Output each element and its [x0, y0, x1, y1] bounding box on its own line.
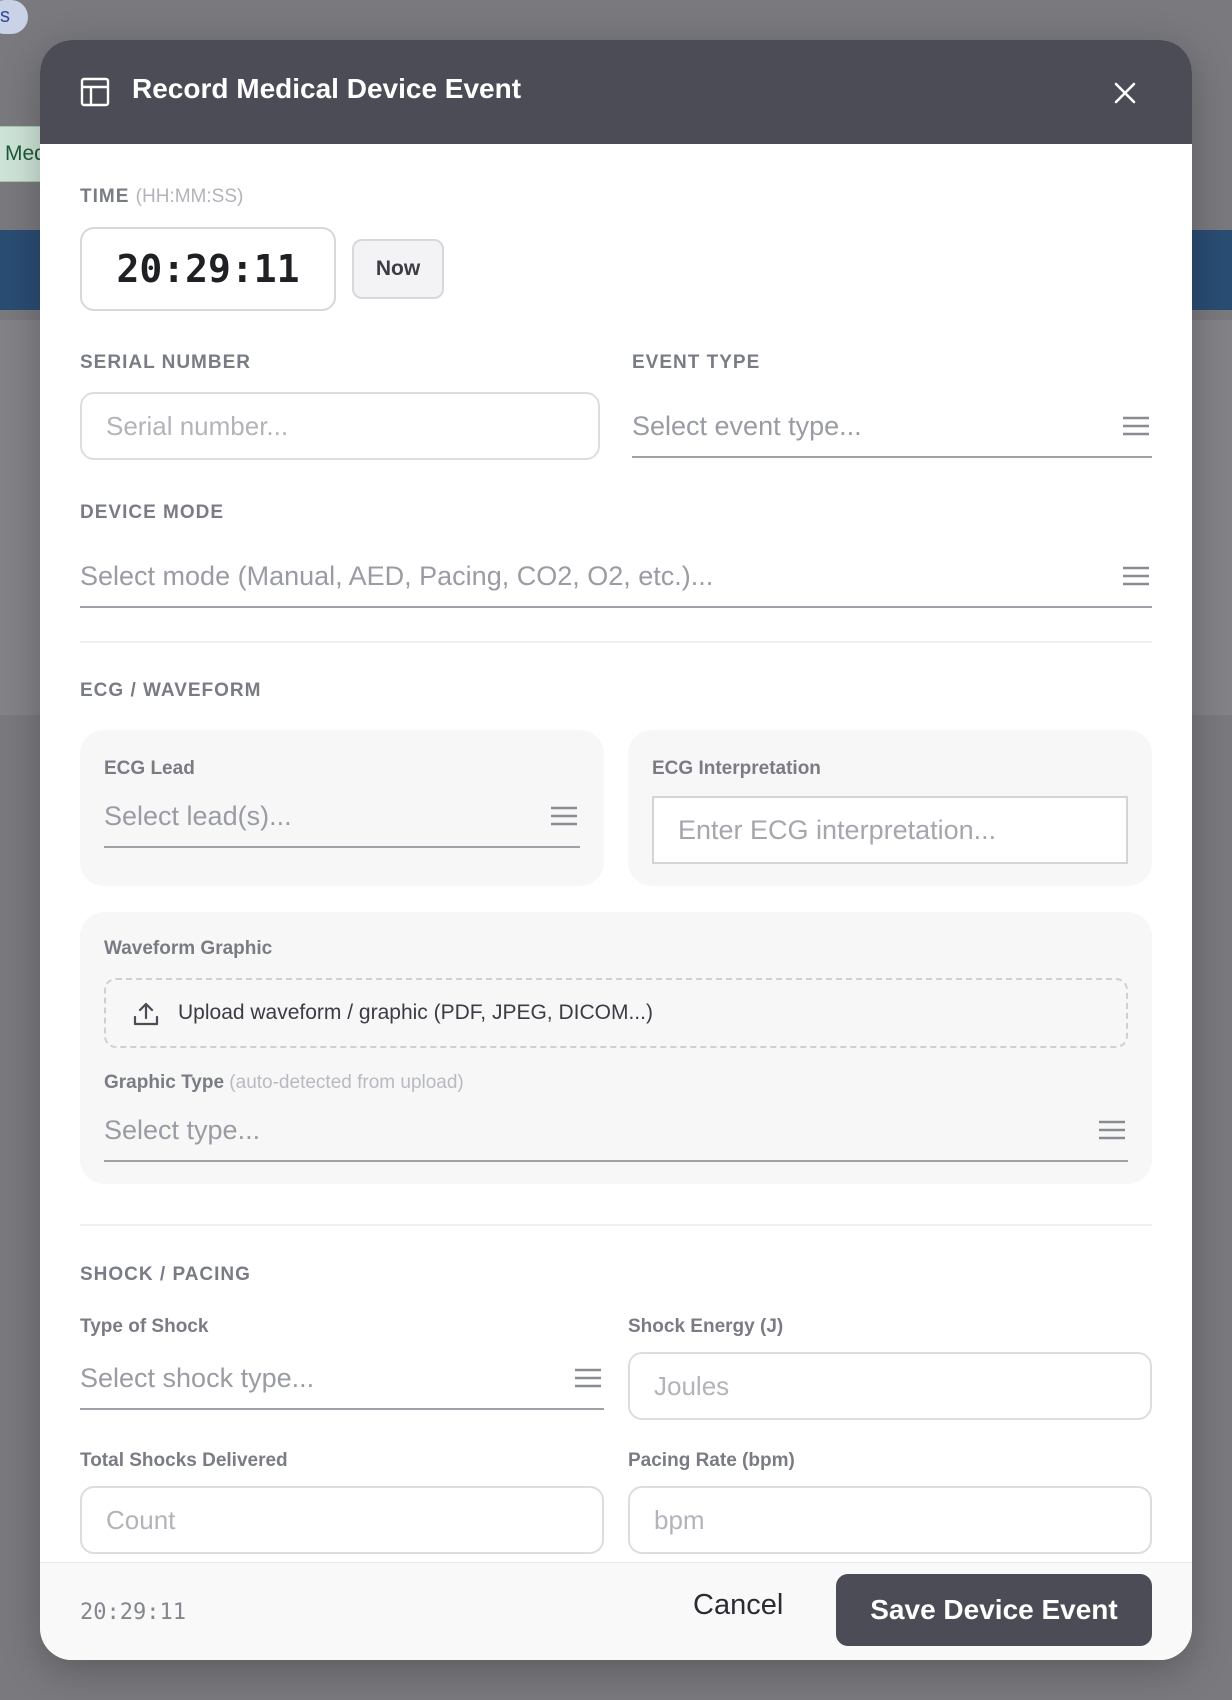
background-badge-text: s — [0, 5, 10, 27]
close-icon[interactable] — [1108, 76, 1142, 110]
total-shocks-label: Total Shocks Delivered — [80, 1450, 288, 1471]
shock-energy-label: Shock Energy (J) — [628, 1316, 784, 1337]
modal-body: TIME (HH:MM:SS) 20:29:11 Now SERIAL NUMB… — [40, 144, 1192, 1562]
time-format-hint: (HH:MM:SS) — [135, 186, 244, 207]
waveform-card: Waveform Graphic Upload waveform / graph… — [80, 912, 1152, 1184]
now-button[interactable]: Now — [352, 239, 444, 299]
ecg-interpretation-card: ECG Interpretation Enter ECG interpretat… — [628, 730, 1152, 886]
modal-footer: 20:29:11 Cancel Save Device Event — [40, 1562, 1192, 1660]
graphic-type-hint: (auto-detected from upload) — [229, 1072, 464, 1093]
shock-type-placeholder: Select shock type... — [80, 1363, 315, 1393]
upload-icon — [133, 1002, 159, 1026]
total-shocks-input[interactable]: Count — [80, 1486, 604, 1554]
shock-type-select[interactable]: Select shock type... — [80, 1354, 604, 1410]
time-input[interactable]: 20:29:11 — [80, 227, 336, 311]
cancel-button[interactable]: Cancel — [693, 1589, 783, 1622]
section-divider — [80, 1224, 1152, 1226]
background-badge: s — [0, 0, 28, 34]
menu-icon — [551, 806, 577, 826]
upload-label: Upload waveform / graphic (PDF, JPEG, DI… — [178, 1001, 653, 1024]
menu-icon — [1099, 1120, 1125, 1140]
time-label: TIME (HH:MM:SS) — [80, 186, 243, 208]
ecg-section-label: ECG / WAVEFORM — [80, 680, 262, 701]
save-device-event-button[interactable]: Save Device Event — [836, 1574, 1152, 1646]
modal-title: Record Medical Device Event — [132, 73, 522, 104]
time-label-text: TIME — [80, 186, 130, 207]
footer-timestamp: 20:29:11 — [80, 1600, 186, 1625]
menu-icon — [1123, 566, 1149, 586]
event-type-select[interactable]: Select event type... — [632, 402, 1152, 458]
event-type-placeholder: Select event type... — [632, 411, 862, 441]
menu-icon — [575, 1368, 601, 1388]
section-divider — [80, 641, 1152, 643]
shock-energy-input[interactable]: Joules — [628, 1352, 1152, 1420]
graphic-type-label: Graphic Type (auto-detected from upload) — [104, 1072, 464, 1094]
device-mode-placeholder: Select mode (Manual, AED, Pacing, CO2, O… — [80, 561, 714, 591]
table-layout-icon — [80, 77, 110, 107]
graphic-type-label-text: Graphic Type — [104, 1072, 225, 1093]
ecg-lead-label: ECG Lead — [104, 758, 195, 779]
shock-type-label: Type of Shock — [80, 1316, 209, 1337]
device-mode-select[interactable]: Select mode (Manual, AED, Pacing, CO2, O… — [80, 552, 1152, 608]
ecg-lead-card: ECG Lead Select lead(s)... — [80, 730, 604, 886]
device-event-modal: Record Medical Device Event TIME (HH:MM:… — [40, 40, 1192, 1660]
serial-number-input[interactable]: Serial number... — [80, 392, 600, 460]
ecg-interpretation-input[interactable]: Enter ECG interpretation... — [652, 796, 1128, 864]
pacing-rate-label: Pacing Rate (bpm) — [628, 1450, 795, 1471]
ecg-interpretation-label: ECG Interpretation — [652, 758, 821, 779]
menu-icon — [1123, 416, 1149, 436]
waveform-label: Waveform Graphic — [104, 938, 273, 959]
shock-section-label: SHOCK / PACING — [80, 1264, 251, 1285]
event-type-label: EVENT TYPE — [632, 352, 761, 373]
serial-number-label: SERIAL NUMBER — [80, 352, 251, 373]
ecg-lead-select[interactable]: Select lead(s)... — [104, 792, 580, 848]
graphic-type-select[interactable]: Select type... — [104, 1106, 1128, 1162]
graphic-type-placeholder: Select type... — [104, 1115, 261, 1145]
modal-header: Record Medical Device Event — [40, 40, 1192, 144]
waveform-upload[interactable]: Upload waveform / graphic (PDF, JPEG, DI… — [104, 978, 1128, 1048]
ecg-lead-placeholder: Select lead(s)... — [104, 801, 292, 831]
pacing-rate-input[interactable]: bpm — [628, 1486, 1152, 1554]
device-mode-label: DEVICE MODE — [80, 502, 225, 523]
